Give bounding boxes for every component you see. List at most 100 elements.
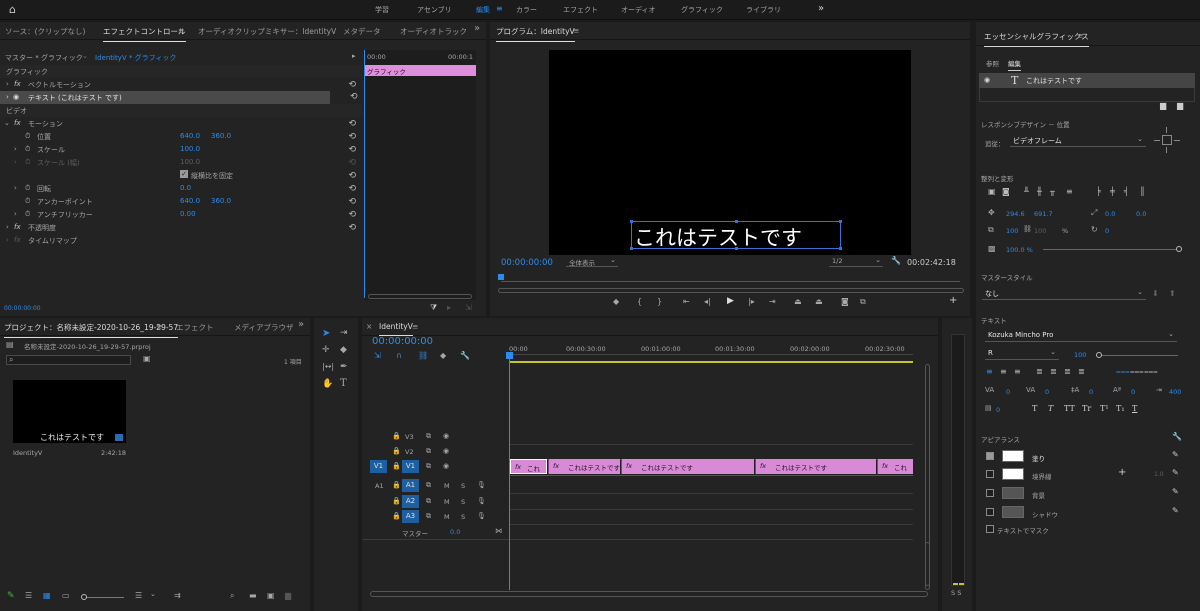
lock-icon[interactable]: 🔒 xyxy=(392,432,401,440)
program-timecode[interactable]: 00:00:00:00 xyxy=(501,258,553,268)
selection-tool-icon[interactable]: ➤ xyxy=(322,328,330,339)
kerning-value[interactable]: 0 xyxy=(1006,388,1010,396)
workspace-menu-icon[interactable]: ≡ xyxy=(496,4,503,13)
fx-icon[interactable]: fx xyxy=(14,80,21,88)
timeline-clip[interactable]: fx これはテストです xyxy=(755,459,876,474)
lock-icon[interactable]: 🔒 xyxy=(392,462,401,470)
slider-knob[interactable] xyxy=(81,594,87,600)
tab-sequence[interactable]: IdentityV xyxy=(379,322,413,336)
sync-lock-icon[interactable]: ⧉ xyxy=(426,447,431,456)
track-target-a2[interactable]: A2 xyxy=(402,495,419,508)
trash-icon[interactable]: ▆ xyxy=(285,591,291,600)
source-patch-v1[interactable]: V1 xyxy=(370,460,387,473)
sync-lock-icon[interactable]: ⧉ xyxy=(426,497,431,506)
small-caps-button[interactable]: Tr xyxy=(1082,404,1091,413)
row-motion[interactable]: ⌄ fx モーション ⟲ xyxy=(0,117,362,130)
anchor-y-value[interactable]: 360.0 xyxy=(211,197,231,205)
justify-all-icon[interactable]: ≣ xyxy=(1078,367,1085,376)
project-menu-icon[interactable]: ≡ xyxy=(156,322,162,331)
eyedropper-icon[interactable]: ✎ xyxy=(1172,487,1179,496)
align-to-selection-icon[interactable]: ▣ xyxy=(988,187,996,196)
timeline-clip[interactable]: fx これ xyxy=(510,459,547,474)
push-style-icon[interactable]: ⬇ xyxy=(1152,289,1159,298)
justify-right-icon[interactable]: ≣ xyxy=(1064,367,1071,376)
new-item-icon[interactable]: ▣ xyxy=(267,591,275,600)
export-icon[interactable]: ⇲ xyxy=(465,303,472,312)
fill-color-swatch[interactable] xyxy=(1002,450,1024,462)
superscript-button[interactable]: T¹ xyxy=(1100,404,1109,413)
sync-lock-icon[interactable]: ⧉ xyxy=(426,512,431,521)
sync-lock-icon[interactable]: ⧉ xyxy=(426,462,431,471)
caption-text[interactable]: これはテストです xyxy=(634,222,802,252)
workspace-tab-libraries[interactable]: ライブラリ xyxy=(746,5,781,15)
align-text-right-icon[interactable]: ≡ xyxy=(1014,367,1021,376)
play-only-clip-icon[interactable]: ▸ xyxy=(352,52,356,60)
lock-icon[interactable]: 🔒 xyxy=(392,497,401,505)
shadow-color-swatch[interactable] xyxy=(1002,506,1024,518)
step-forward-icon[interactable]: |▸ xyxy=(748,297,755,306)
bbox-handle[interactable] xyxy=(630,247,633,250)
essential-graphics-title[interactable]: エッセンシャルグラフィックス xyxy=(984,31,1089,47)
go-to-out-icon[interactable]: ⇥ xyxy=(769,297,776,306)
timeline-playhead[interactable] xyxy=(506,352,513,590)
anchor-x-value[interactable]: 640.0 xyxy=(180,197,200,205)
effect-mini-timeline[interactable]: 00:00 00:00:1 グラフィック xyxy=(364,50,476,300)
track-label-v3[interactable]: V3 xyxy=(405,433,414,441)
track-target-v1[interactable]: V1 xyxy=(402,460,419,473)
baseline-value[interactable]: 0 xyxy=(1131,388,1135,396)
reset-icon[interactable]: ⟲ xyxy=(348,80,356,90)
opacity-slider[interactable] xyxy=(1043,246,1182,252)
workspace-tab-learn[interactable]: 学習 xyxy=(375,5,389,15)
lift-icon[interactable]: ⏏ xyxy=(794,297,802,306)
marker-icon[interactable]: ◆ xyxy=(613,297,619,306)
project-item-name[interactable]: IdentityV xyxy=(13,449,42,457)
tab-effects[interactable]: エフェクト xyxy=(176,322,214,333)
background-checkbox[interactable] xyxy=(986,489,994,497)
reset-icon[interactable]: ⟲ xyxy=(348,132,356,142)
timeline-settings-icon[interactable]: 🔧 xyxy=(460,351,470,360)
layer-row[interactable]: ◉ T これはテストです xyxy=(979,73,1195,88)
row-rotation[interactable]: › ⏱ 回転 0.0 ⟲ xyxy=(0,182,362,195)
tab-media-browser[interactable]: メディアブラウザ xyxy=(234,322,293,333)
filter-icon[interactable]: ⧩ xyxy=(430,303,437,313)
eyedropper-icon[interactable]: ✎ xyxy=(1172,506,1179,515)
bbox-handle[interactable] xyxy=(735,220,738,223)
workspace-tab-audio[interactable]: オーディオ xyxy=(621,5,656,15)
solo-button[interactable]: S xyxy=(461,498,465,506)
solo-button[interactable]: S xyxy=(461,482,465,490)
chevron-down-icon[interactable]: ⌄ xyxy=(82,52,88,60)
align-text-bottom-icon[interactable]: ⩶ xyxy=(1144,367,1158,377)
program-zoom-scrollbar[interactable] xyxy=(498,288,964,293)
video-frame[interactable]: これはテストです xyxy=(549,50,911,255)
all-caps-button[interactable]: TT xyxy=(1064,404,1075,413)
close-icon[interactable]: × xyxy=(366,322,372,331)
justify-left-icon[interactable]: ≣ xyxy=(1036,367,1043,376)
fx-icon[interactable]: fx xyxy=(14,119,21,127)
stopwatch-icon[interactable]: ⏱ xyxy=(25,184,30,193)
eye-icon[interactable]: ◉ xyxy=(984,76,990,84)
underline-button[interactable]: T xyxy=(1132,404,1137,413)
opacity-value[interactable]: 100.0 % xyxy=(1006,246,1033,254)
background-color-swatch[interactable] xyxy=(1002,487,1024,499)
fit-dropdown[interactable]: 全体表示 ⌄ xyxy=(566,256,618,267)
uniform-scale-checkbox[interactable]: ✓ xyxy=(180,170,188,178)
find-icon[interactable]: ⌕ xyxy=(230,591,234,601)
play-icon[interactable]: ▶ xyxy=(727,296,734,306)
slider-knob[interactable] xyxy=(1096,352,1102,358)
row-time-remap[interactable]: › fx タイムリマップ xyxy=(0,234,362,247)
tab-edit[interactable]: 編集 xyxy=(1008,58,1021,71)
distribute-h-icon[interactable]: ║ xyxy=(1140,187,1145,196)
lock-icon[interactable]: 🔒 xyxy=(392,447,401,455)
faux-bold-button[interactable]: T xyxy=(1032,404,1037,413)
row-anchor-point[interactable]: ⏱ アンカーポイント 640.0 360.0 ⟲ xyxy=(0,195,362,208)
align-text-middle-icon[interactable]: ⩶ xyxy=(1130,367,1144,377)
home-icon[interactable]: ⌂ xyxy=(9,3,16,16)
program-monitor-menu-icon[interactable]: ≡ xyxy=(573,26,579,35)
master-volume-value[interactable]: 0.0 xyxy=(450,528,460,536)
go-to-in-icon[interactable]: ⇤ xyxy=(683,297,690,306)
align-top-icon[interactable]: ╨ xyxy=(1024,187,1029,196)
resolution-dropdown[interactable]: 1/2 ⌄ xyxy=(829,256,883,267)
align-to-frame-icon[interactable]: ◙ xyxy=(1002,187,1010,196)
hand-tool-icon[interactable]: ✋ xyxy=(322,379,333,389)
timeline-timecode[interactable]: 00:00:00:00 xyxy=(372,336,433,347)
